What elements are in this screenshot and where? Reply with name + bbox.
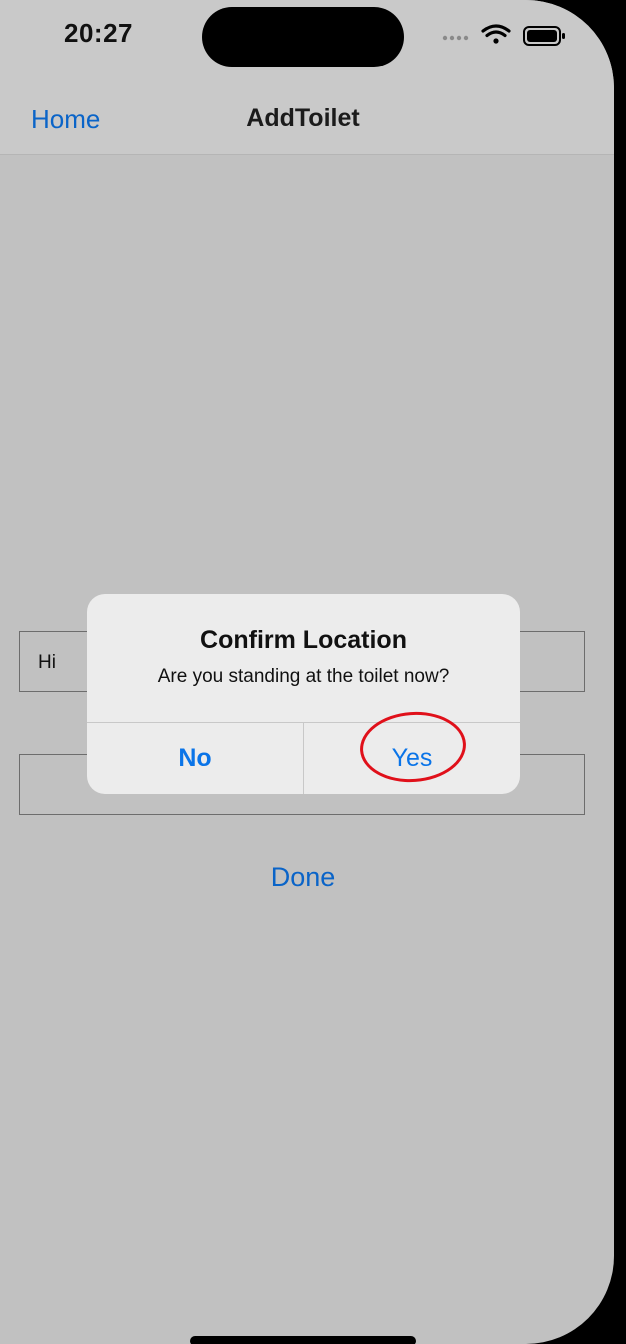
status-bar: 20:27 <box>0 0 614 80</box>
device-frame: 20:27 Home AddToilet Hi Done Confirm Loc… <box>0 0 626 1344</box>
dynamic-island <box>202 7 404 67</box>
navigation-bar: Home AddToilet <box>0 80 614 155</box>
screen: 20:27 Home AddToilet Hi Done Confirm Loc… <box>0 0 614 1344</box>
status-icons <box>442 24 565 46</box>
alert-no-button[interactable]: No <box>87 723 303 794</box>
home-indicator <box>190 1336 416 1344</box>
cellular-dots-icon <box>442 35 469 41</box>
alert-title: Confirm Location <box>200 626 407 654</box>
done-button[interactable]: Done <box>0 862 606 893</box>
status-time: 20:27 <box>64 18 133 48</box>
text-field-1-value: Hi <box>38 652 56 673</box>
alert-message: Are you standing at the toilet now? <box>157 666 450 687</box>
page-title: AddToilet <box>246 104 360 132</box>
confirm-location-alert: Confirm Location Are you standing at the… <box>87 594 520 794</box>
battery-icon <box>523 26 565 46</box>
wifi-icon <box>481 24 511 44</box>
